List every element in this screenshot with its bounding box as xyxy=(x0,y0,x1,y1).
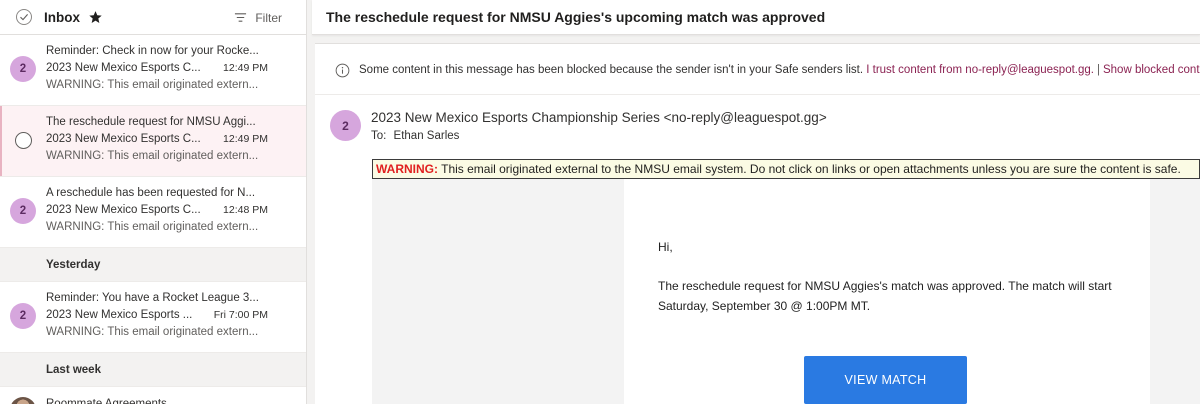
avatar: 2 xyxy=(10,303,36,329)
view-match-button[interactable]: VIEW MATCH xyxy=(804,356,967,404)
message-preview: WARNING: This email originated extern... xyxy=(46,326,259,338)
message-card: Some content in this message has been bl… xyxy=(315,43,1200,404)
divider xyxy=(315,94,1200,95)
subject-bar: The reschedule request for NMSU Aggies's… xyxy=(312,0,1200,35)
sender-name[interactable]: 2023 New Mexico Esports Championship Ser… xyxy=(371,110,827,125)
separator: | xyxy=(1096,64,1100,76)
filter-button[interactable]: Filter xyxy=(234,0,282,35)
message-time: Fri 7:00 PM xyxy=(213,309,268,321)
email-body-background: Hi, The reschedule request for NMSU Aggi… xyxy=(372,179,1200,404)
message-time: 12:48 PM xyxy=(223,204,268,216)
message-sender: 2023 New Mexico Esports ... xyxy=(46,309,193,321)
blocked-content-bar: Some content in this message has been bl… xyxy=(315,54,1200,86)
message-subject: Reminder: You have a Rocket League 3... xyxy=(46,292,259,304)
message-list: Inbox Filter 2 Reminder: Check in now fo… xyxy=(0,0,307,404)
message-preview: WARNING: This email originated extern... xyxy=(46,79,259,91)
to-label: To: xyxy=(371,130,387,142)
body-text: The reschedule request for NMSU Aggies's… xyxy=(658,279,1112,313)
warning-text: This email originated external to the NM… xyxy=(438,162,1181,176)
message-subject: Roommate Agreements xyxy=(46,398,167,404)
list-header: Inbox Filter xyxy=(0,0,306,35)
group-header-last-week: Last week xyxy=(0,353,306,387)
list-item[interactable]: 2 Reminder: You have a Rocket League 3..… xyxy=(0,282,306,353)
info-icon xyxy=(335,63,350,77)
message-preview: WARNING: This email originated extern... xyxy=(46,150,259,162)
message-sender: 2023 New Mexico Esports C... xyxy=(46,204,201,216)
checkmark-icon xyxy=(20,14,29,21)
recipient-name[interactable]: Ethan Sarles xyxy=(394,130,460,142)
message-preview: WARNING: This email originated extern... xyxy=(46,221,259,233)
page-title: The reschedule request for NMSU Aggies's… xyxy=(326,9,826,25)
message-sender: 2023 New Mexico Esports C... xyxy=(46,62,201,74)
recipient-line: To: Ethan Sarles xyxy=(371,130,459,142)
avatar: 2 xyxy=(10,56,36,82)
trust-sender-link[interactable]: I trust content from no-reply@leaguespot… xyxy=(866,64,1094,76)
email-body: Hi, The reschedule request for NMSU Aggi… xyxy=(624,179,1150,404)
filter-label: Filter xyxy=(255,10,282,25)
sender-avatar[interactable]: 2 xyxy=(330,110,361,141)
greeting: Hi, xyxy=(658,240,673,254)
external-warning-banner: WARNING: This email originated external … xyxy=(372,159,1200,179)
list-item[interactable]: Roommate Agreements xyxy=(0,387,306,404)
message-time: 12:49 PM xyxy=(223,62,268,74)
folder-name: Inbox xyxy=(44,9,80,25)
favorite-star-icon[interactable] xyxy=(88,10,103,25)
warning-label: WARNING: xyxy=(376,162,438,176)
group-header-yesterday: Yesterday xyxy=(0,248,306,282)
select-checkbox[interactable] xyxy=(15,132,32,149)
show-blocked-content-link[interactable]: Show blocked content xyxy=(1103,64,1200,76)
list-item[interactable]: 2 Reminder: Check in now for your Rocke.… xyxy=(0,35,306,106)
list-item[interactable]: 2 A reschedule has been requested for N.… xyxy=(0,177,306,248)
avatar: 2 xyxy=(10,198,36,224)
message-sender: 2023 New Mexico Esports C... xyxy=(46,133,201,145)
select-all-checkbox[interactable] xyxy=(16,9,32,25)
message-subject: A reschedule has been requested for N... xyxy=(46,187,256,199)
list-item-selected[interactable]: The reschedule request for NMSU Aggi... … xyxy=(0,106,306,177)
avatar xyxy=(10,397,36,404)
message-subject: Reminder: Check in now for your Rocke... xyxy=(46,45,259,57)
filter-icon xyxy=(235,13,247,22)
message-subject: The reschedule request for NMSU Aggi... xyxy=(46,116,256,128)
message-time: 12:49 PM xyxy=(223,133,268,145)
blocked-notice: Some content in this message has been bl… xyxy=(359,64,864,76)
reading-pane: The reschedule request for NMSU Aggies's… xyxy=(312,0,1200,404)
